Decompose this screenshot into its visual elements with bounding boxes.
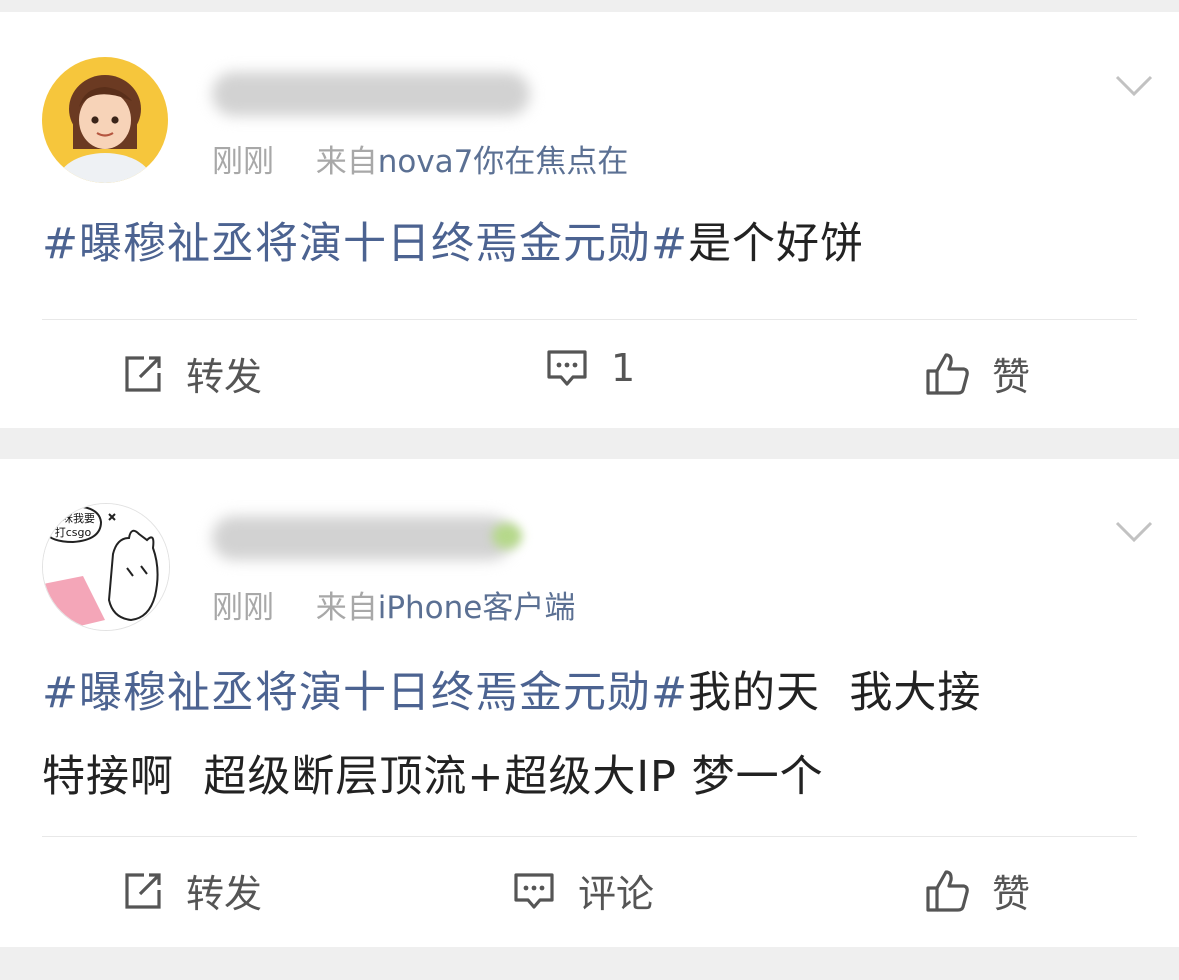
like-button[interactable]: 赞 [924, 346, 1030, 401]
post-time: 刚刚 [212, 590, 274, 626]
repost-button[interactable]: 转发 [122, 346, 262, 401]
post-text-line: 特接啊 超级断层顶流+超级大IP 梦一个 [42, 752, 824, 802]
username-blurred[interactable] [212, 72, 530, 116]
post-meta: 刚刚 来自iPhone客户端 [212, 582, 575, 627]
chevron-down-icon[interactable] [1115, 520, 1153, 544]
post-text: 是个好饼 [688, 219, 865, 269]
like-button[interactable]: 赞 [924, 863, 1030, 918]
repost-label: 转发 [186, 872, 263, 916]
user-avatar[interactable] [42, 57, 168, 183]
username-blurred[interactable] [212, 516, 512, 560]
comment-button[interactable]: 1 [545, 346, 635, 390]
post-text: 我的天 我大接 [688, 668, 982, 718]
verified-badge-icon [492, 523, 522, 549]
post-content: #曝穆祉丞将演十日终焉金元勋#我的天 我大接 特接啊 超级断层顶流+超级大IP … [42, 651, 1142, 819]
source-prefix: 来自 [315, 590, 378, 626]
post-card: 刚刚 来自nova7你在焦点在 #曝穆祉丞将演十日终焉金元勋#是个好饼 转发 1… [0, 12, 1179, 428]
like-icon [926, 869, 969, 912]
like-label: 赞 [992, 872, 1031, 916]
avatar-caption-line1: 妈咪我要 [51, 511, 95, 525]
avatar-caption-line2: 打csgo [55, 525, 92, 539]
post-source[interactable]: nova7你在焦点在 [378, 144, 629, 180]
repost-icon [125, 872, 161, 909]
post-meta: 刚刚 来自nova7你在焦点在 [212, 136, 628, 181]
post-card: 妈咪我要 打csgo 刚刚 来自iPhone客户端 #曝穆祉丞将演十日终焉金元勋… [0, 459, 1179, 947]
post-time: 刚刚 [212, 144, 274, 180]
repost-label: 转发 [186, 355, 263, 399]
like-label: 赞 [992, 355, 1031, 399]
user-avatar[interactable]: 妈咪我要 打csgo [42, 503, 170, 631]
divider [42, 319, 1137, 320]
hashtag-link[interactable]: #曝穆祉丞将演十日终焉金元勋# [42, 219, 688, 269]
post-text-line: #曝穆祉丞将演十日终焉金元勋#我的天 我大接 [42, 651, 1142, 735]
comment-count: 1 [611, 346, 636, 390]
comment-label: 评论 [578, 872, 655, 916]
repost-button[interactable]: 转发 [122, 863, 262, 918]
chevron-down-icon[interactable] [1115, 74, 1153, 98]
comment-button[interactable]: 评论 [512, 863, 654, 918]
divider [42, 836, 1137, 837]
comment-icon [514, 872, 554, 909]
post-content: #曝穆祉丞将演十日终焉金元勋#是个好饼 [42, 202, 1142, 286]
source-prefix: 来自 [315, 144, 378, 180]
post-source[interactable]: iPhone客户端 [378, 590, 576, 626]
repost-icon [125, 355, 161, 392]
like-icon [926, 352, 969, 395]
hashtag-link[interactable]: #曝穆祉丞将演十日终焉金元勋# [42, 668, 688, 718]
comment-icon [547, 350, 587, 386]
